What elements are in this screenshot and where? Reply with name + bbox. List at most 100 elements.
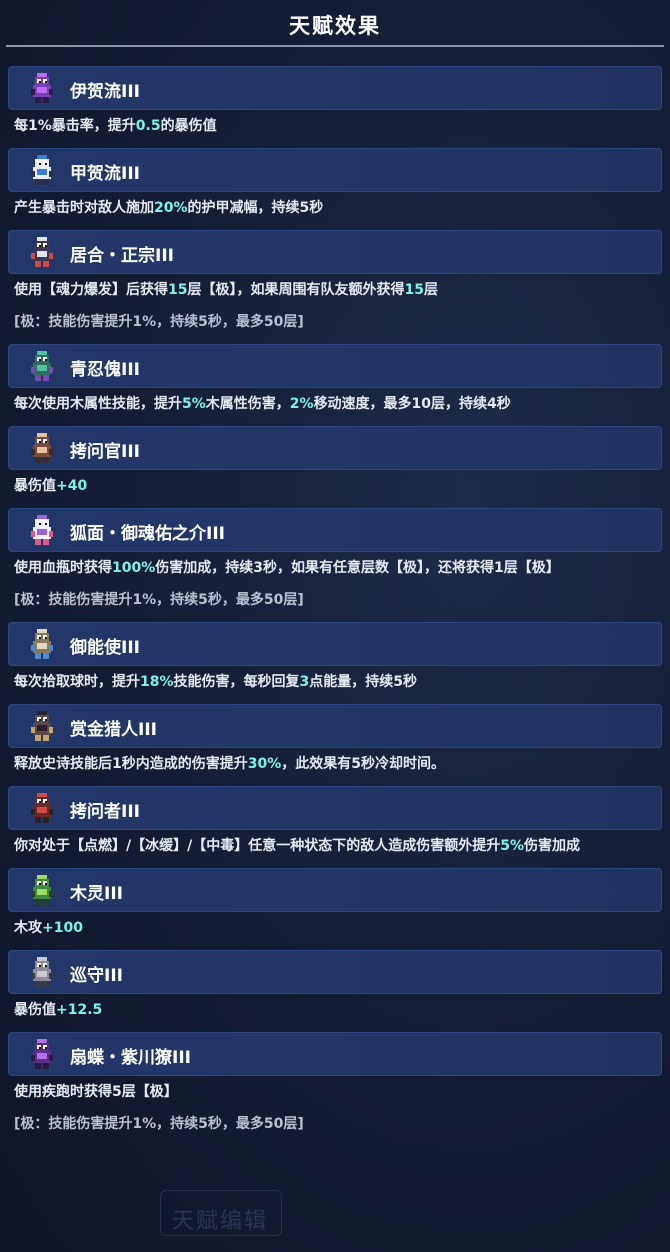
talent-entry: 甲贺流III 产生暴击时对敌人施加20%的护甲减幅，持续5秒 — [0, 148, 670, 230]
highlight-value: +12.5 — [56, 1002, 103, 1018]
talent-name: 木灵III — [70, 884, 123, 904]
wood-spirit-icon — [25, 873, 59, 907]
entry-spacer — [0, 610, 670, 622]
white-ninja-icon — [25, 153, 59, 187]
description-text: 每次拾取球时，提升 — [14, 674, 140, 690]
bounty-hunter-icon — [25, 709, 59, 743]
description-text: 的暴伤值 — [160, 118, 217, 134]
background-hint-text: 天赋编辑 — [171, 1209, 268, 1234]
talent-entry: 巡守III 暴伤值+12.5 — [0, 950, 670, 1032]
fox-mask-icon — [25, 513, 59, 547]
talent-name: 青忍傀III — [70, 360, 140, 380]
entry-spacer — [0, 136, 670, 148]
talent-description: 每1%暴击率，提升0.5的暴伤值 — [0, 110, 670, 136]
title-divider — [6, 45, 664, 47]
description-text: 伤害加成，持续3秒，如果有任意层数【极】，还将获得1层【极】 — [155, 560, 560, 576]
description-text: 使用血瓶时获得 — [14, 560, 112, 576]
entry-spacer — [0, 856, 670, 868]
green-puppet-icon — [25, 349, 59, 383]
talent-description: 使用【魂力爆发】后获得15层【极】，如果周围有队友额外获得15层 — [0, 274, 670, 300]
talent-description: 暴伤值+40 — [0, 470, 670, 496]
entry-spacer — [0, 1020, 670, 1032]
entry-spacer — [0, 774, 670, 786]
talent-header[interactable]: 巡守III — [8, 950, 662, 994]
entry-spacer — [0, 414, 670, 426]
description-text: 层 — [423, 282, 438, 298]
highlight-value: 3 — [299, 674, 310, 690]
talent-name: 居合・正宗III — [70, 246, 174, 266]
description-text: 产生暴击时对敌人施加 — [14, 200, 154, 216]
talent-entry: 赏金猎人III 释放史诗技能后1秒内造成的伤害提升30%，此效果有5秒冷却时间。 — [0, 704, 670, 786]
highlight-value: +100 — [42, 920, 83, 936]
talent-header[interactable]: 甲贺流III — [8, 148, 662, 192]
entry-spacer — [0, 496, 670, 508]
talent-entry: 居合・正宗III 使用【魂力爆发】后获得15层【极】，如果周围有队友额外获得15层… — [0, 230, 670, 344]
description-text: 木攻 — [14, 920, 42, 936]
samurai-icon — [25, 235, 59, 269]
description-text: 暴伤值 — [14, 1002, 56, 1018]
talent-extra-note: [极：技能伤害提升1%，持续5秒，最多50层] — [14, 1116, 304, 1132]
description-text: 技能伤害，每秒回复 — [173, 674, 300, 690]
highlight-value: 30% — [247, 756, 282, 772]
title-bar: 天赋效果 — [0, 0, 670, 47]
highlight-value: 18% — [140, 674, 174, 690]
talent-header[interactable]: 御能使III — [8, 622, 662, 666]
talent-description: 你对处于【点燃】/【冰缓】/【中毒】任意一种状态下的敌人造成伤害额外提升5%伤害… — [0, 830, 670, 856]
description-text: 伤害加成 — [524, 838, 581, 854]
talent-description: 每次使用木属性技能，提升5%木属性伤害，2%移动速度，最多10层，持续4秒 — [0, 388, 670, 414]
talent-name: 拷问官III — [70, 442, 140, 462]
highlight-value: +40 — [56, 478, 88, 494]
description-text: 每次使用木属性技能，提升 — [14, 396, 182, 412]
talent-description: 释放史诗技能后1秒内造成的伤害提升30%，此效果有5秒冷却时间。 — [0, 748, 670, 774]
description-text: 你对处于【点燃】/【冰缓】/【中毒】任意一种状态下的敌人造成伤害额外提升 — [14, 838, 501, 854]
purple-ninja-icon — [25, 71, 59, 105]
talent-list[interactable]: 伊贺流III 每1%暴击率，提升0.5的暴伤值甲贺流III 产生暴击时对敌人施加20… — [0, 66, 670, 1146]
talent-name: 扇蝶・紫川獠III — [70, 1048, 191, 1068]
talent-name: 狐面・御魂佑之介III — [70, 524, 225, 544]
talent-name: 拷问者III — [70, 802, 140, 822]
description-text: 使用【魂力爆发】后获得 — [14, 282, 168, 298]
talent-header[interactable]: 赏金猎人III — [8, 704, 662, 748]
highlight-value: 20% — [154, 200, 188, 216]
talent-description: 暴伤值+12.5 — [0, 994, 670, 1020]
highlight-value: 0.5 — [135, 118, 161, 134]
description-text: 释放史诗技能后1秒内造成的伤害提升 — [14, 756, 248, 772]
talent-header[interactable]: 居合・正宗III — [8, 230, 662, 274]
talent-name: 御能使III — [70, 638, 140, 658]
description-text: ，此效果有5秒冷却时间。 — [281, 756, 446, 772]
entry-spacer — [0, 218, 670, 230]
talent-entry: 拷问官III 暴伤值+40 — [0, 426, 670, 508]
entry-spacer — [0, 938, 670, 950]
talent-header[interactable]: 伊贺流III — [8, 66, 662, 110]
description-text: 木属性伤害， — [205, 396, 290, 412]
talent-entry: 青忍傀III 每次使用木属性技能，提升5%木属性伤害，2%移动速度，最多10层，持… — [0, 344, 670, 426]
talent-entry: 扇蝶・紫川獠III 使用疾跑时获得5层【极】 [极：技能伤害提升1%，持续5秒，最多… — [0, 1032, 670, 1146]
background-panel-frame — [160, 1190, 282, 1236]
torturer-icon — [25, 791, 59, 825]
guard-icon — [25, 955, 59, 989]
page-title: 天赋效果 — [289, 14, 381, 38]
talent-header[interactable]: 青忍傀III — [8, 344, 662, 388]
talent-header[interactable]: 狐面・御魂佑之介III — [8, 508, 662, 552]
highlight-value: 100% — [112, 560, 156, 576]
description-text: 层【极】，如果周围有队友额外获得 — [187, 282, 405, 298]
description-text: 使用疾跑时获得5层【极】 — [14, 1084, 178, 1100]
talent-header[interactable]: 拷问者III — [8, 786, 662, 830]
talent-description: 产生暴击时对敌人施加20%的护甲减幅，持续5秒 — [0, 192, 670, 218]
interrogator-icon — [25, 431, 59, 465]
talent-header[interactable]: 拷问官III — [8, 426, 662, 470]
talent-header[interactable]: 扇蝶・紫川獠III — [8, 1032, 662, 1076]
talent-description: 每次拾取球时，提升18%技能伤害，每秒回复3点能量，持续5秒 — [0, 666, 670, 692]
description-text: 暴伤值 — [14, 478, 56, 494]
description-text: 的护甲减幅，持续5秒 — [187, 200, 324, 216]
talent-header[interactable]: 木灵III — [8, 868, 662, 912]
talent-name: 巡守III — [70, 966, 123, 986]
description-text: 移动速度，最多10层，持续4秒 — [313, 396, 511, 412]
talent-entry: 狐面・御魂佑之介III 使用血瓶时获得100%伤害加成，持续3秒，如果有任意层数【… — [0, 508, 670, 622]
talent-extra-note: [极：技能伤害提升1%，持续5秒，最多50层] — [14, 592, 304, 608]
highlight-value: 5% — [500, 838, 525, 854]
talent-name: 甲贺流III — [70, 164, 140, 184]
entry-spacer — [0, 692, 670, 704]
highlight-value: 5% — [182, 396, 206, 412]
entry-spacer — [0, 332, 670, 344]
